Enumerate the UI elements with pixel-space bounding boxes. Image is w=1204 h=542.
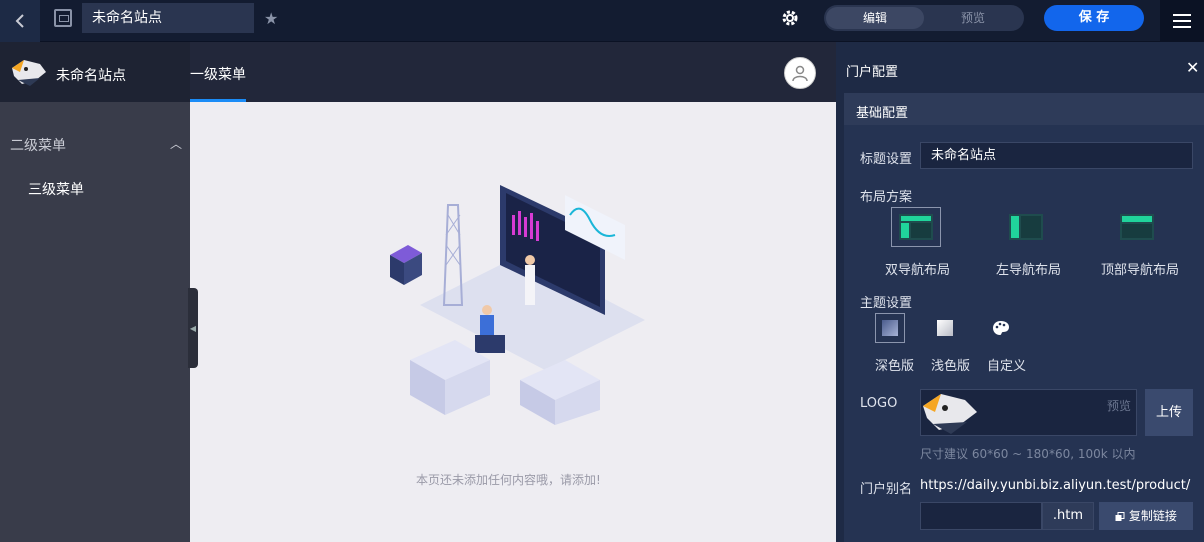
alias-extension: .htm — [1042, 502, 1094, 530]
star-icon[interactable]: ★ — [264, 9, 278, 28]
panel-title: 门户配置 — [846, 65, 899, 80]
dark-theme-icon — [882, 320, 898, 336]
user-icon — [792, 65, 808, 82]
layout-left-nav-label: 左导航布局 — [996, 263, 1062, 278]
layout-double-nav[interactable] — [891, 207, 941, 247]
theme-light-label: 浅色版 — [931, 359, 971, 374]
copy-link-button[interactable]: 复制链接 — [1099, 502, 1193, 530]
theme-dark-label: 深色版 — [875, 359, 915, 374]
top-nav-layout-icon — [1120, 214, 1154, 240]
chevron-up-icon[interactable]: ︿ — [170, 135, 182, 152]
copy-link-label: 复制链接 — [1128, 509, 1177, 523]
hamburger-menu-icon[interactable] — [1160, 0, 1204, 42]
site-name: 未命名站点 — [56, 68, 126, 84]
avatar[interactable] — [784, 57, 816, 89]
palette-icon — [993, 321, 1009, 335]
preview-mode-tab[interactable]: 预览 — [924, 7, 1022, 29]
logo-preview-label[interactable]: 预览 — [1107, 397, 1131, 414]
theme-custom-label: 自定义 — [987, 359, 1027, 374]
layout-top-nav[interactable] — [1112, 207, 1162, 247]
sidebar — [0, 102, 190, 542]
layout-label: 布局方案 — [860, 190, 913, 205]
alias-url: https://daily.yunbi.biz.aliyun.test/prod… — [920, 478, 1191, 493]
alias-label: 门户别名 — [860, 482, 913, 497]
layout-left-nav[interactable] — [1001, 207, 1051, 247]
theme-label: 主题设置 — [860, 296, 913, 311]
site-title-input[interactable]: 未命名站点 — [82, 3, 254, 33]
theme-custom[interactable] — [986, 313, 1016, 343]
back-button[interactable] — [0, 0, 40, 42]
page-icon — [54, 9, 72, 27]
light-theme-icon — [937, 320, 953, 336]
copy-icon — [1115, 511, 1125, 521]
nav-item-level1[interactable]: 一级菜单 — [190, 64, 246, 84]
mode-switch: 编辑 预览 — [824, 5, 1024, 31]
gear-icon[interactable] — [780, 8, 800, 28]
top-nav — [190, 42, 836, 102]
section-title: 基础配置 — [856, 106, 909, 121]
edit-mode-tab[interactable]: 编辑 — [826, 7, 924, 29]
sidebar-item-level2[interactable]: 二级菜单 — [10, 135, 66, 155]
upload-button[interactable]: 上传 — [1145, 389, 1193, 436]
close-icon[interactable]: ✕ — [1186, 58, 1199, 77]
layout-double-nav-label: 双导航布局 — [885, 263, 951, 278]
theme-dark[interactable] — [875, 313, 905, 343]
title-input[interactable]: 未命名站点 — [920, 142, 1193, 169]
logo-label: LOGO — [860, 396, 898, 411]
left-nav-layout-icon — [1009, 214, 1043, 240]
logo-size-hint: 尺寸建议 60*60 ~ 180*60, 100k 以内 — [920, 447, 1136, 461]
save-button[interactable]: 保 存 — [1044, 5, 1144, 31]
eagle-logo-icon — [923, 394, 977, 434]
sidebar-collapse-handle[interactable]: ◀ — [188, 288, 198, 368]
layout-top-nav-label: 顶部导航布局 — [1101, 263, 1180, 278]
double-nav-layout-icon — [899, 214, 933, 240]
title-setting-label: 标题设置 — [860, 152, 913, 167]
alias-slug-input[interactable] — [920, 502, 1042, 530]
top-bar: 未命名站点 ★ 编辑 预览 保 存 — [0, 0, 1204, 42]
chevron-left-icon — [15, 14, 24, 28]
empty-state-illustration — [390, 185, 645, 425]
theme-light[interactable] — [930, 313, 960, 343]
eagle-logo-icon — [12, 60, 46, 86]
empty-state-text: 本页还未添加任何内容哦，请添加! — [416, 473, 601, 487]
logo-preview-box — [920, 389, 1137, 436]
sidebar-item-level3[interactable]: 三级菜单 — [28, 179, 84, 199]
